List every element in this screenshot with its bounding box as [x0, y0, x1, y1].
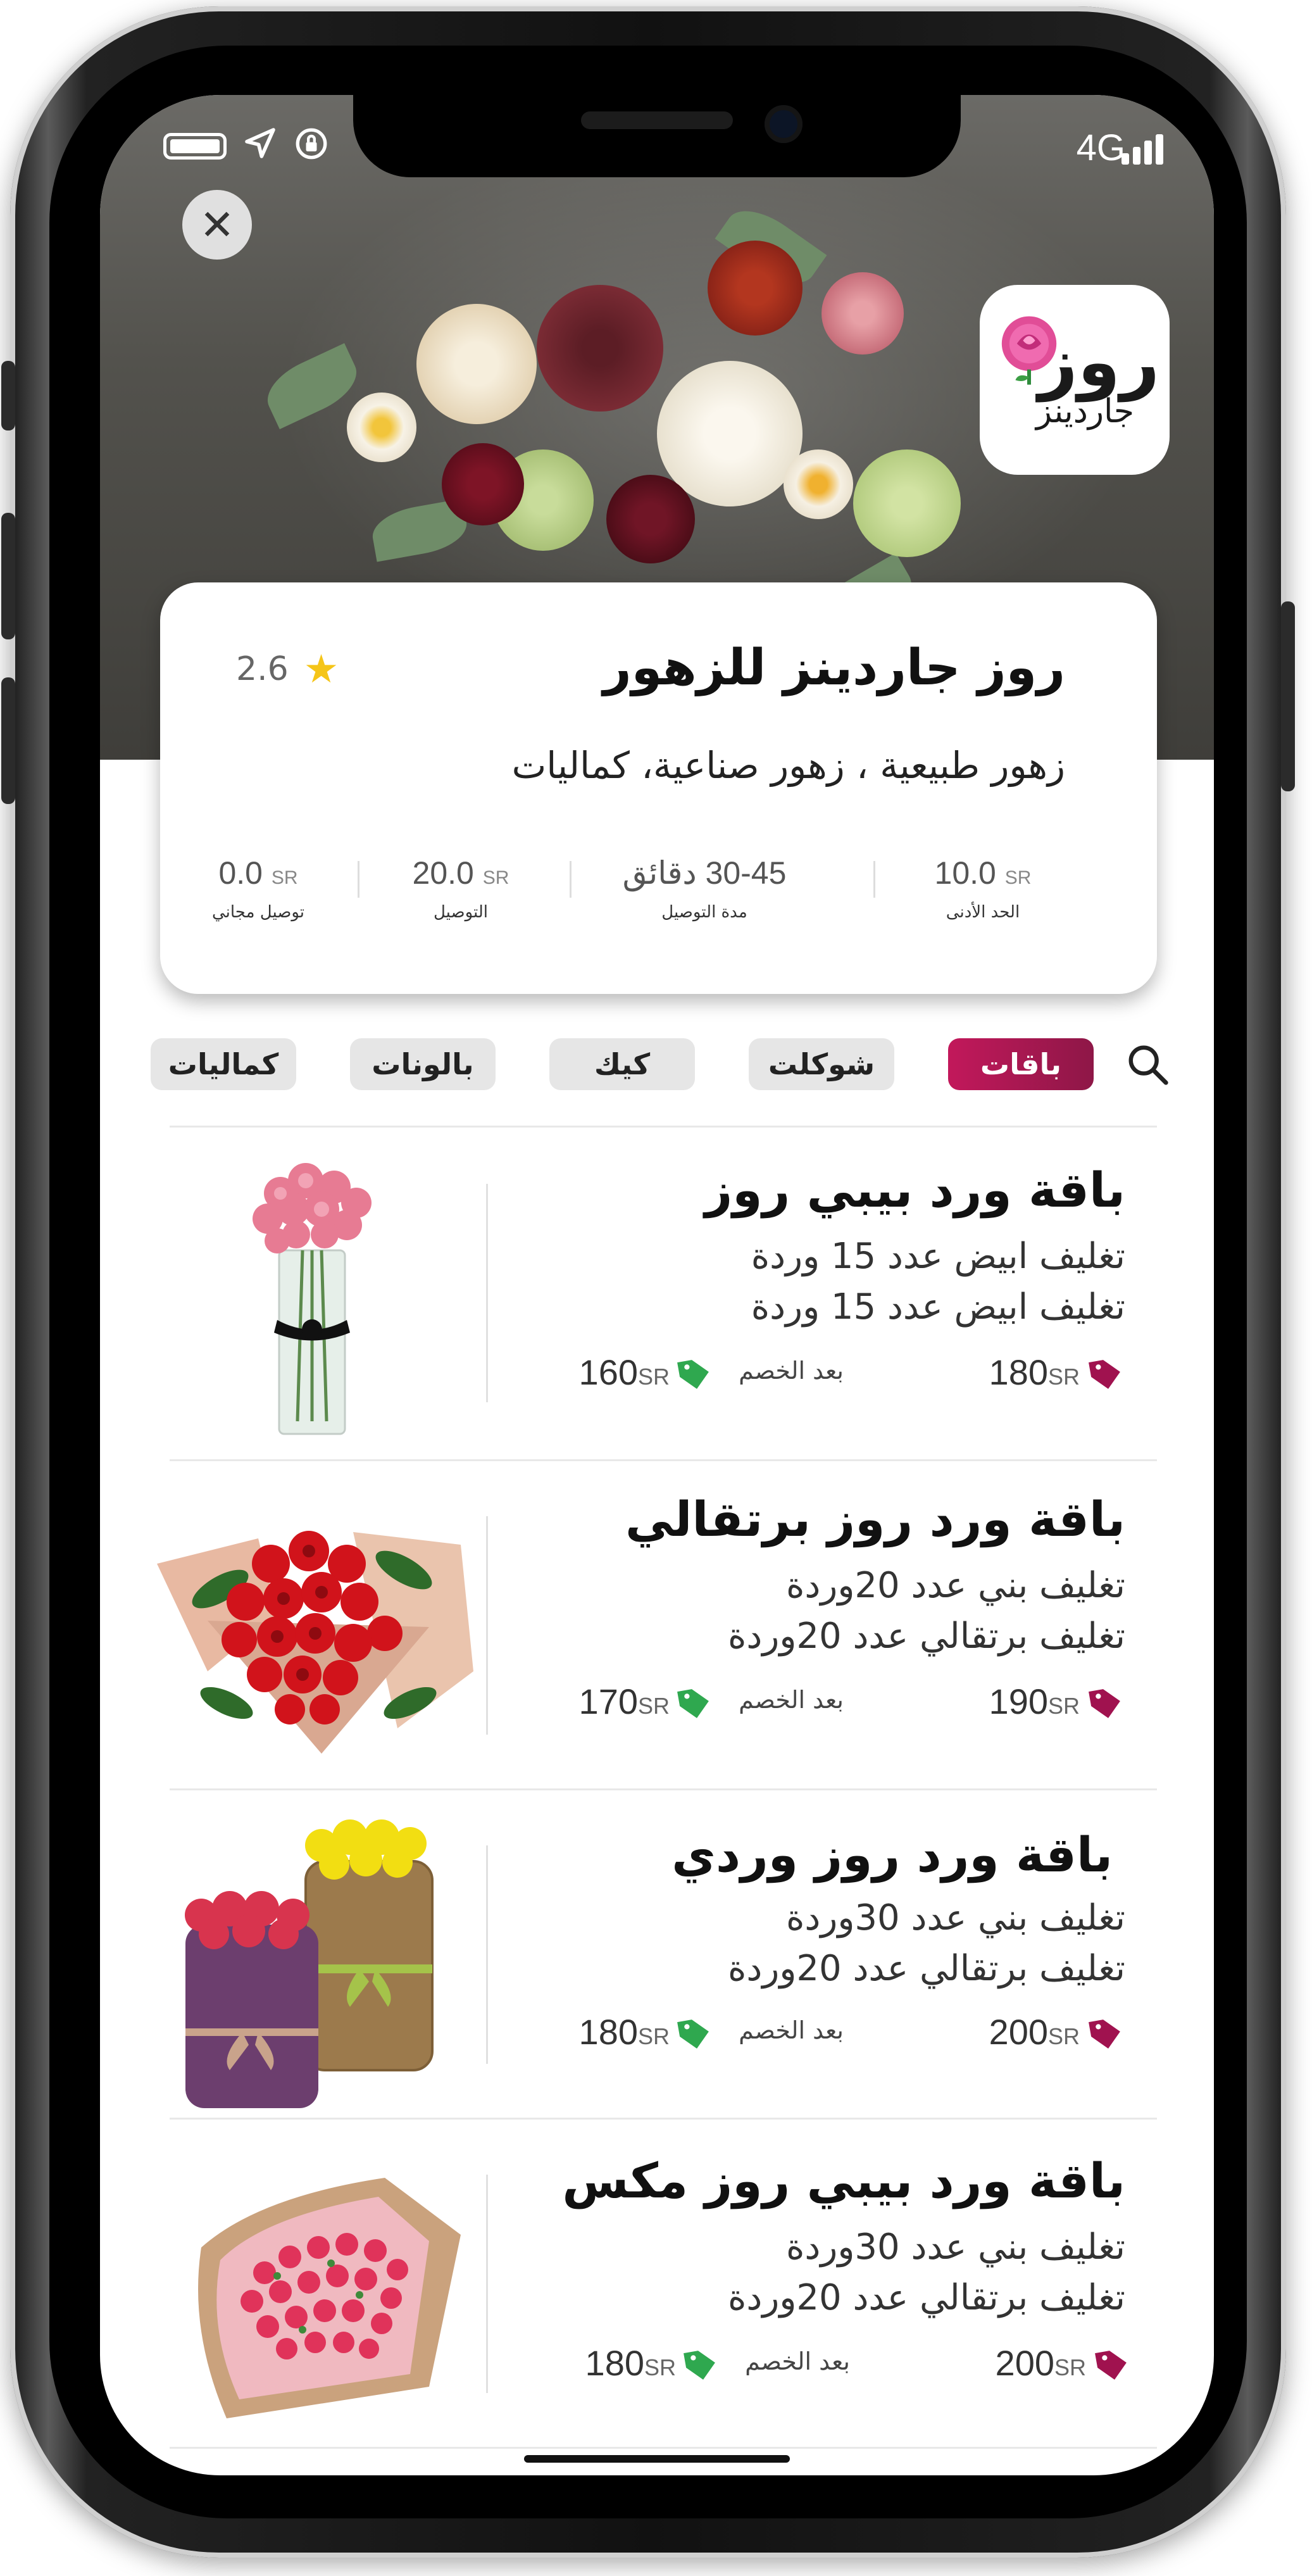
battery-icon: [163, 133, 227, 160]
star-icon: ★: [303, 646, 339, 692]
divider: [486, 1184, 488, 1402]
product-desc-line1: تغليف بني عدد 20وردة: [786, 1565, 1125, 1606]
store-categories: زهور طبيعية ، زهور صناعية، كماليات: [511, 744, 1065, 787]
after-discount-label: بعد الخصم: [739, 1357, 844, 1385]
product-price: 200SR: [995, 2343, 1086, 2383]
price-tag-icon: [1089, 1360, 1120, 1389]
network-type: 4G: [1076, 127, 1125, 168]
divider: [170, 1788, 1157, 1790]
stat-free-delivery: 0.0 SR توصيل مجاني: [211, 855, 305, 922]
product-image: [253, 1163, 372, 1435]
product-title: باقة ورد بيبي روز: [704, 1162, 1125, 1218]
product-discount-price: 180SR: [578, 2012, 670, 2052]
price-tag-icon: [1089, 2020, 1120, 2049]
product-discount-price: 180SR: [585, 2343, 676, 2383]
status-bar: 4G: [100, 125, 1214, 176]
rating-value: 2.6: [236, 650, 289, 688]
store-info-card: روز جاردينز للزهور 2.6 ★ زهور طبيعية ، ز…: [160, 582, 1157, 994]
product-card[interactable]: باقة ورد بيبي روز تغليف ابيض عدد 15 وردة…: [100, 1130, 1214, 1456]
volume-down-button: [1, 677, 15, 804]
stat-delivery-fee: 20.0 SR التوصيل: [412, 855, 509, 922]
tab-cake[interactable]: كيك: [549, 1038, 695, 1090]
tab-chocolate[interactable]: شوكلت: [749, 1038, 894, 1090]
stat-minimum-order: 10.0 SR الحد الأدنى: [934, 855, 1032, 922]
close-button[interactable]: ✕: [182, 190, 252, 260]
product-desc-line1: تغليف بني عدد 30وردة: [786, 1897, 1125, 1938]
stat-delivery-time: 30-45 دقائق مدة التوصيل: [622, 855, 787, 922]
signal-icon: [1121, 134, 1163, 165]
product-image: [185, 1819, 434, 2108]
price-tag-icon: [1095, 2351, 1127, 2380]
product-title: باقة ورد بيبي روز مكس: [562, 2152, 1125, 2209]
divider: [170, 2447, 1157, 2449]
logo-text-sub: جاردينز: [1035, 393, 1134, 430]
close-icon: ✕: [199, 200, 235, 249]
divider: [486, 1516, 488, 1735]
mute-switch: [1, 361, 15, 430]
product-price: 200SR: [989, 2012, 1080, 2052]
home-indicator[interactable]: [524, 2455, 790, 2463]
product-price: 180SR: [989, 1352, 1080, 1392]
divider: [486, 1845, 488, 2064]
divider: [358, 861, 359, 898]
discount-tag-icon: [677, 1360, 709, 1389]
store-rating: 2.6 ★: [236, 646, 339, 692]
divider: [486, 2175, 488, 2393]
power-button: [1281, 601, 1295, 791]
product-title: باقة ورد روز وردي: [672, 1826, 1113, 1883]
divider: [873, 861, 875, 898]
divider: [170, 1459, 1157, 1461]
discount-tag-icon: [684, 2351, 715, 2380]
discount-tag-icon: [677, 1689, 709, 1718]
product-desc-line1: تغليف بني عدد 30وردة: [786, 2227, 1125, 2268]
after-discount-label: بعد الخصم: [745, 2347, 850, 2375]
product-price: 190SR: [989, 1681, 1080, 1721]
product-image: [198, 2178, 461, 2418]
product-image: [157, 1531, 473, 1754]
product-card[interactable]: باقة ورد بيبي روز مكس تغليف بني عدد 30ور…: [100, 2121, 1214, 2447]
discount-tag-icon: [677, 2020, 709, 2049]
volume-up-button: [1, 513, 15, 639]
product-desc-line1: تغليف ابيض عدد 15 وردة: [751, 1236, 1125, 1277]
divider: [570, 861, 572, 898]
product-desc-line2: تغليف برتقالي عدد 20وردة: [728, 1616, 1125, 1657]
tab-accessories[interactable]: كماليات: [151, 1038, 296, 1090]
product-desc-line2: تغليف برتقالي عدد 20وردة: [728, 2277, 1125, 2318]
tab-bouquets[interactable]: باقات: [948, 1038, 1094, 1090]
search-icon[interactable]: [1125, 1042, 1170, 1086]
store-logo: روز جاردينز: [980, 285, 1170, 475]
product-desc-line2: تغليف ابيض عدد 15 وردة: [751, 1286, 1125, 1328]
app-screen: 4G ✕ روز جاردينز روز جاردينز للزهور 2.6 …: [100, 95, 1214, 2475]
divider: [170, 1126, 1157, 1128]
divider: [170, 2118, 1157, 2120]
product-desc-line2: تغليف برتقالي عدد 20وردة: [728, 1948, 1125, 1989]
category-tabs: باقات شوكلت كيك بالونات كماليات: [100, 1038, 1214, 1095]
price-tag-icon: [1089, 1689, 1120, 1718]
rotation-lock-icon: [293, 125, 330, 173]
product-discount-price: 170SR: [578, 1681, 670, 1721]
product-title: باقة ورد روز برتقالي: [625, 1491, 1125, 1547]
location-arrow-icon: [242, 125, 278, 172]
logo-text-main: روز: [1038, 323, 1159, 402]
tab-balloons[interactable]: بالونات: [350, 1038, 496, 1090]
store-name: روز جاردينز للزهور: [603, 639, 1065, 696]
product-card[interactable]: باقة ورد روز برتقالي تغليف بني عدد 20ورد…: [100, 1462, 1214, 1788]
product-card[interactable]: باقة ورد روز وردي تغليف بني عدد 30وردة ت…: [100, 1792, 1214, 2118]
product-discount-price: 160SR: [578, 1352, 670, 1392]
after-discount-label: بعد الخصم: [739, 2016, 844, 2044]
after-discount-label: بعد الخصم: [739, 1686, 844, 1714]
